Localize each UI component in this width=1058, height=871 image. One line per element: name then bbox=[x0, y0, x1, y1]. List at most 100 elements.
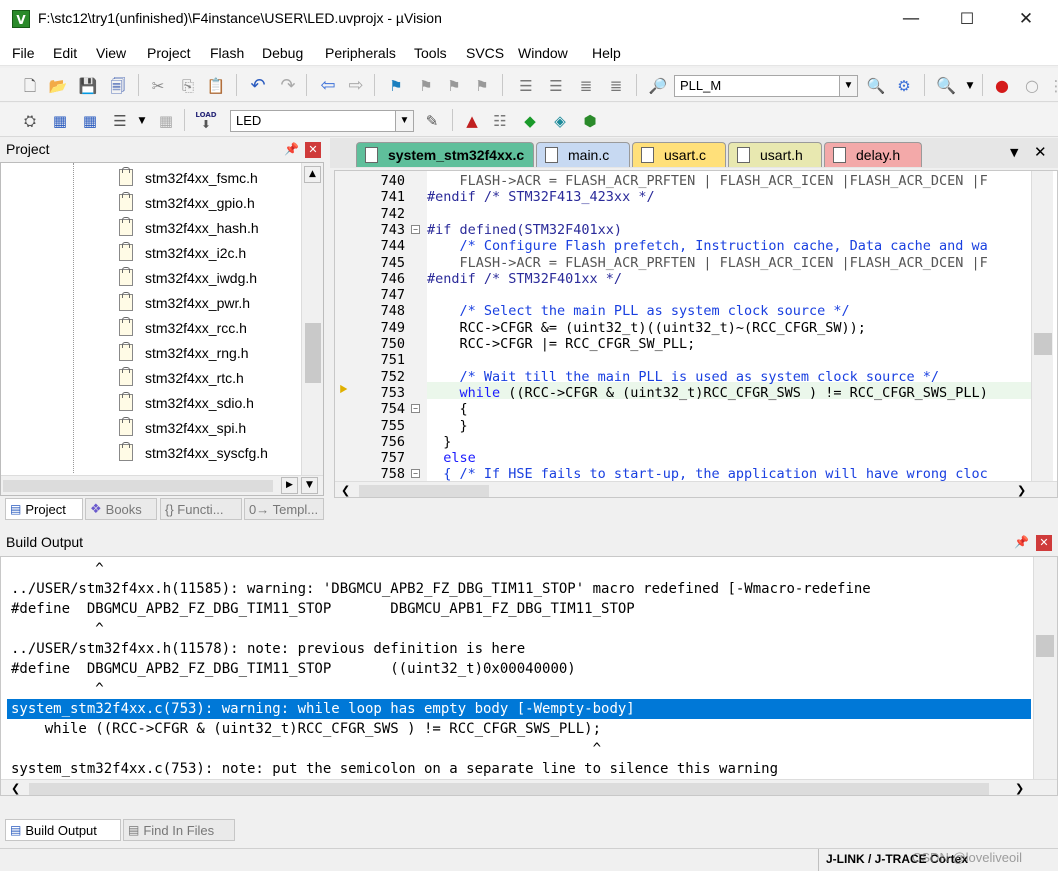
select-packs-icon[interactable]: ☷ bbox=[490, 111, 510, 131]
find-in-files-icon[interactable]: 🔎 bbox=[648, 76, 668, 96]
output-line[interactable]: #define DBGMCU_APB2_FZ_DBG_TIM11_STOP ((… bbox=[11, 659, 1031, 679]
output-line[interactable]: ^ bbox=[11, 739, 1031, 759]
tree-item[interactable]: stm32f4xx_gpio.h bbox=[119, 190, 255, 215]
scroll-left-icon[interactable]: ❮ bbox=[11, 782, 20, 795]
scroll-down-icon[interactable]: ▼ bbox=[301, 477, 318, 494]
target-combo[interactable]: LED ▼ bbox=[230, 110, 414, 132]
pin-icon[interactable]: 📌 bbox=[284, 142, 299, 156]
scroll-right-icon[interactable]: ❯ bbox=[1017, 484, 1026, 497]
menu-file[interactable]: File bbox=[12, 45, 35, 61]
editor-vertical-scrollbar[interactable] bbox=[1031, 171, 1053, 481]
tree-item[interactable]: stm32f4xx_rtc.h bbox=[119, 365, 244, 390]
translate-icon[interactable]: ⛭ bbox=[20, 111, 40, 131]
scroll-thumb[interactable] bbox=[1036, 635, 1054, 657]
load-download-icon[interactable]: LOAD ⬇ bbox=[194, 109, 218, 133]
tree-item[interactable]: stm32f4xx_rng.h bbox=[119, 340, 249, 365]
unindent-icon[interactable]: ☰ bbox=[546, 76, 566, 96]
manage-rte-icon[interactable]: ◈ bbox=[550, 111, 570, 131]
find-icon[interactable]: 🔍 bbox=[866, 76, 886, 96]
tab-build-output[interactable]: ▤ Build Output bbox=[5, 819, 121, 841]
copy-icon[interactable]: ⎘ bbox=[178, 76, 198, 96]
tab-list-icon[interactable]: ▼ bbox=[1010, 146, 1018, 159]
editor-horizontal-scrollbar[interactable]: ❮ ❯ bbox=[335, 481, 1057, 497]
tree-item[interactable]: stm32f4xx_iwdg.h bbox=[119, 265, 257, 290]
tree-item[interactable]: stm32f4xx_spi.h bbox=[119, 415, 246, 440]
save-icon[interactable]: 💾 bbox=[78, 76, 98, 96]
fold-toggle-icon[interactable]: − bbox=[411, 469, 420, 479]
build-output-window[interactable]: ^ ../USER/stm32f4xx.h(11585): warning: 'D… bbox=[0, 556, 1058, 796]
rebuild-icon[interactable]: ▦ bbox=[80, 111, 100, 131]
rte-config-icon[interactable]: ⬢ bbox=[580, 111, 600, 131]
menu-window[interactable]: Window bbox=[518, 45, 568, 61]
output-line[interactable]: while ((RCC->CFGR & (uint32_t)RCC_CFGR_S… bbox=[11, 719, 1031, 739]
close-editor-icon[interactable]: ✕ bbox=[1034, 143, 1047, 161]
close-button[interactable]: ✕ bbox=[1003, 0, 1049, 40]
tree-item[interactable]: stm32f4xx_fsmc.h bbox=[119, 165, 258, 190]
manage-project-items-icon[interactable]: ▲ bbox=[462, 111, 482, 131]
code-editor[interactable]: ⯈ 740 FLASH->ACR = FLASH_ACR_PRFTEN | FL… bbox=[334, 170, 1058, 498]
output-line[interactable]: ^ bbox=[11, 679, 1031, 699]
menu-view[interactable]: View bbox=[96, 45, 126, 61]
menu-peripherals[interactable]: Peripherals bbox=[325, 45, 396, 61]
chevron-down-icon[interactable]: ▼ bbox=[132, 111, 152, 131]
scroll-thumb[interactable] bbox=[359, 485, 489, 497]
tab-system-stm32f4xx-c[interactable]: system_stm32f4xx.c bbox=[356, 142, 534, 167]
scroll-thumb[interactable] bbox=[29, 783, 989, 795]
chevron-down-icon[interactable]: ▼ bbox=[395, 111, 413, 131]
tab-books[interactable]: ❖ Books bbox=[85, 498, 157, 520]
clear-bookmarks-icon[interactable]: ⚑ bbox=[472, 76, 492, 96]
scroll-thumb[interactable] bbox=[1034, 333, 1052, 355]
menu-debug[interactable]: Debug bbox=[262, 45, 303, 61]
output-line[interactable]: ^ bbox=[11, 619, 1031, 639]
bookmark-icon[interactable]: ⚑ bbox=[386, 76, 406, 96]
fold-toggle-icon[interactable]: − bbox=[411, 404, 420, 414]
disable-breakpoint-icon[interactable]: ○ bbox=[1022, 76, 1042, 96]
menu-help[interactable]: Help bbox=[592, 45, 621, 61]
output-line[interactable]: system_stm32f4xx.c(753): note: put the s… bbox=[11, 759, 1031, 779]
tab-delay-h[interactable]: delay.h bbox=[824, 142, 922, 167]
indent-icon[interactable]: ☰ bbox=[516, 76, 536, 96]
tab-functions[interactable]: {} Functi... bbox=[160, 498, 242, 520]
comment-icon[interactable]: ≣ bbox=[576, 76, 596, 96]
output-line[interactable]: ../USER/stm32f4xx.h(11585): warning: 'DB… bbox=[11, 579, 1031, 599]
output-line[interactable]: #define DBGMCU_APB2_FZ_DBG_TIM11_STOP DB… bbox=[11, 599, 1031, 619]
tab-main-c[interactable]: main.c bbox=[536, 142, 630, 167]
menu-edit[interactable]: Edit bbox=[53, 45, 77, 61]
menu-project[interactable]: Project bbox=[147, 45, 191, 61]
scroll-left-icon[interactable]: ❮ bbox=[341, 484, 350, 497]
output-horizontal-scrollbar[interactable]: ❮ ❯ bbox=[1, 779, 1057, 795]
tree-item[interactable]: stm32f4xx_i2c.h bbox=[119, 240, 246, 265]
menu-svcs[interactable]: SVCS bbox=[466, 45, 504, 61]
uncomment-icon[interactable]: ≣ bbox=[606, 76, 626, 96]
cut-icon[interactable]: ✂ bbox=[148, 76, 168, 96]
project-tree[interactable]: stm32f4xx_fsmc.h stm32f4xx_gpio.h stm32f… bbox=[0, 162, 324, 496]
pin-icon[interactable]: 📌 bbox=[1014, 535, 1029, 549]
find-combo[interactable]: PLL_M ▼ bbox=[674, 75, 858, 97]
navigate-forward-icon[interactable]: ⇨ bbox=[346, 76, 366, 96]
stop-build-icon[interactable]: ▦ bbox=[156, 111, 176, 131]
undo-icon[interactable]: ↶ bbox=[248, 76, 268, 96]
new-file-icon[interactable]: 🗋 bbox=[20, 76, 40, 96]
vertical-scrollbar[interactable]: ▲ bbox=[301, 163, 323, 475]
scroll-right-icon[interactable]: ▶ bbox=[281, 477, 298, 494]
close-icon[interactable]: ✕ bbox=[305, 142, 321, 158]
tree-item[interactable]: stm32f4xx_hash.h bbox=[119, 215, 259, 240]
menu-tools[interactable]: Tools bbox=[414, 45, 447, 61]
redo-icon[interactable]: ↷ bbox=[278, 76, 298, 96]
chevron-down-icon[interactable]: ▼ bbox=[839, 76, 857, 96]
next-bookmark-icon[interactable]: ⚑ bbox=[444, 76, 464, 96]
tab-find-in-files[interactable]: ▤ Find In Files bbox=[123, 819, 235, 841]
close-icon[interactable]: ✕ bbox=[1036, 535, 1052, 551]
breakpoint-icon[interactable]: ● bbox=[992, 76, 1012, 96]
pack-installer-icon[interactable]: ◆ bbox=[520, 111, 540, 131]
navigate-back-icon[interactable]: ⇦ bbox=[318, 76, 338, 96]
output-line[interactable]: ../USER/stm32f4xx.h(11578): note: previo… bbox=[11, 639, 1031, 659]
maximize-button[interactable]: ☐ bbox=[944, 0, 990, 40]
fold-toggle-icon[interactable]: − bbox=[411, 224, 420, 234]
output-line[interactable]: ^ bbox=[11, 559, 1031, 579]
tab-templates[interactable]: 0→ Templ... bbox=[244, 498, 324, 520]
scroll-up-icon[interactable]: ▲ bbox=[304, 166, 321, 183]
output-vertical-scrollbar[interactable] bbox=[1033, 557, 1057, 779]
batch-build-icon[interactable]: ☰ bbox=[110, 111, 130, 131]
chevron-down-icon[interactable]: ▼ bbox=[960, 76, 980, 96]
